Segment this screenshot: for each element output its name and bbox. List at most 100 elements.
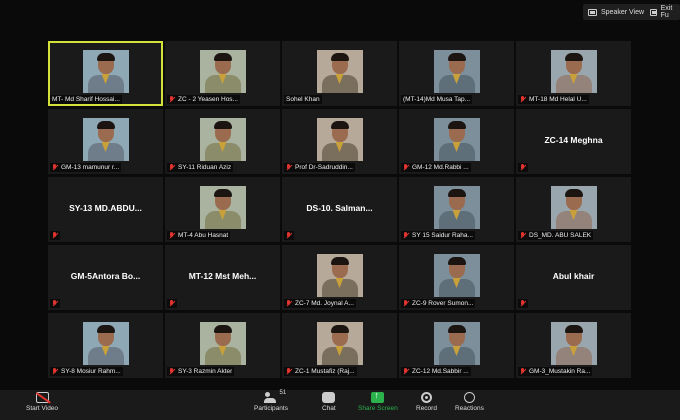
- participant-display-name: GM-5Antora Bo...: [70, 271, 141, 281]
- speaker-view-button[interactable]: Speaker View: [583, 4, 650, 20]
- participant-tile[interactable]: SY 15 Saidur Raha...: [399, 177, 514, 242]
- participant-video: [316, 118, 363, 161]
- participant-label: ZC-9 Rover Sumon...: [401, 299, 476, 308]
- participant-tile[interactable]: Prof Dr-Sadruddin...: [282, 109, 397, 174]
- participant-name: Prof Dr-Sadruddin...: [295, 164, 353, 171]
- start-video-button[interactable]: Start Video: [26, 392, 58, 412]
- participant-tile[interactable]: GM-12 Md.Rabbi ...: [399, 109, 514, 174]
- participant-name: ZC-7 Md. Joynal A...: [295, 300, 354, 307]
- participants-button[interactable]: 51 Participants: [254, 390, 288, 412]
- participant-display-name: ZC-14 Meghna: [544, 135, 603, 145]
- participant-name: GM-12 Md.Rabbi ...: [412, 164, 469, 171]
- reactions-button[interactable]: Reactions: [455, 392, 484, 412]
- participant-name: GM-13 mamunur r...: [61, 164, 120, 171]
- participant-video: [433, 50, 480, 93]
- participant-tile[interactable]: SY-11 Riduan Aziz: [165, 109, 280, 174]
- speaker-view-label: Speaker View: [601, 8, 645, 16]
- participant-label: GM-12 Md.Rabbi ...: [401, 163, 471, 172]
- participant-label: ZC - 2 Yeasen Hos...: [167, 95, 240, 104]
- participant-video: [82, 118, 129, 161]
- participant-label: [518, 163, 528, 172]
- participant-tile[interactable]: SY-13 MD.ABDU...: [48, 177, 163, 242]
- participant-name: SY-11 Riduan Aziz: [178, 164, 232, 171]
- participant-video: [550, 50, 597, 93]
- participant-label: SY 15 Saidur Raha...: [401, 231, 475, 240]
- participant-tile[interactable]: SY-3 Razmin Akter: [165, 313, 280, 378]
- participant-tile[interactable]: ZC-1 Mustafiz (Raj...: [282, 313, 397, 378]
- participant-label: GM-13 mamunur r...: [50, 163, 122, 172]
- participant-video: [82, 322, 129, 365]
- participant-label: Sohel Khan: [284, 95, 322, 104]
- participants-count: 51: [279, 390, 287, 396]
- participants-icon: 51: [264, 390, 286, 403]
- mic-muted-icon: [169, 164, 175, 171]
- participant-video: [316, 322, 363, 365]
- mic-muted-icon: [403, 232, 409, 239]
- mic-muted-icon: [169, 300, 175, 307]
- participant-tile[interactable]: ZC - 2 Yeasen Hos...: [165, 41, 280, 106]
- participant-label: SY-3 Razmin Akter: [167, 367, 235, 376]
- participant-tile[interactable]: MT-4 Abu Hasnat: [165, 177, 280, 242]
- participant-tile[interactable]: DS_MD. ABU SALEK: [516, 177, 631, 242]
- record-button[interactable]: Record: [416, 392, 437, 412]
- mic-muted-icon: [169, 96, 175, 103]
- participant-tile[interactable]: ZC-12 Md.Sabbir ...: [399, 313, 514, 378]
- participant-tile[interactable]: GM-5Antora Bo...: [48, 245, 163, 310]
- participant-label: DS_MD. ABU SALEK: [518, 231, 594, 240]
- participant-tile[interactable]: ZC-7 Md. Joynal A...: [282, 245, 397, 310]
- participant-video: [433, 186, 480, 229]
- participant-video: [199, 118, 246, 161]
- mic-muted-icon: [286, 164, 292, 171]
- exit-fullscreen-button[interactable]: Exit Fu: [645, 4, 680, 20]
- participant-video: [550, 186, 597, 229]
- participant-tile[interactable]: GM-13 mamunur r...: [48, 109, 163, 174]
- participant-video: [433, 322, 480, 365]
- chat-label: Chat: [322, 405, 336, 412]
- participant-grid: MT- Md Sharif Hossai... ZC - 2 Yeasen Hos…: [48, 41, 632, 378]
- participant-label: [50, 231, 60, 240]
- share-screen-label: Share Screen: [358, 405, 398, 412]
- participant-tile[interactable]: ZC-14 Meghna: [516, 109, 631, 174]
- participant-label: [284, 231, 294, 240]
- participant-video: [316, 254, 363, 297]
- participant-label: ZC-1 Mustafiz (Raj...: [284, 367, 357, 376]
- participant-tile[interactable]: MT- Md Sharif Hossai...: [48, 41, 163, 106]
- participant-label: MT-18 Md Helal U...: [518, 95, 589, 104]
- participant-tile[interactable]: MT-12 Mst Meh...: [165, 245, 280, 310]
- participant-label: SY-11 Riduan Aziz: [167, 163, 234, 172]
- participant-name: SY 15 Saidur Raha...: [412, 232, 473, 239]
- participant-label: MT-4 Abu Hasnat: [167, 231, 231, 240]
- participant-label: [50, 299, 60, 308]
- mic-muted-icon: [403, 368, 409, 375]
- chat-button[interactable]: Chat: [322, 392, 336, 412]
- mic-muted-icon: [52, 368, 58, 375]
- participant-display-name: SY-13 MD.ABDU...: [69, 203, 142, 213]
- participant-video: [316, 50, 363, 93]
- participant-label: [167, 299, 177, 308]
- participant-tile[interactable]: DS-10. Salman...: [282, 177, 397, 242]
- participant-tile[interactable]: ZC-9 Rover Sumon...: [399, 245, 514, 310]
- participant-video: [550, 322, 597, 365]
- record-label: Record: [416, 405, 437, 412]
- participant-display-name: MT-12 Mst Meh...: [188, 271, 257, 281]
- participant-label: ZC-12 Md.Sabbir ...: [401, 367, 471, 376]
- participant-tile[interactable]: Sohel Khan: [282, 41, 397, 106]
- participant-tile[interactable]: MT-18 Md Helal U...: [516, 41, 631, 106]
- participant-video: [433, 254, 480, 297]
- participant-name: GM-3_Mustakin Ra...: [529, 368, 591, 375]
- mic-muted-icon: [520, 368, 526, 375]
- participant-label: MT- Md Sharif Hossai...: [50, 95, 122, 104]
- participant-name: MT- Md Sharif Hossai...: [52, 96, 120, 103]
- participant-tile[interactable]: (MT-14)Md Musa Tap...: [399, 41, 514, 106]
- participant-tile[interactable]: GM-3_Mustakin Ra...: [516, 313, 631, 378]
- video-off-icon: [35, 392, 49, 403]
- participant-label: ZC-7 Md. Joynal A...: [284, 299, 356, 308]
- mic-muted-icon: [286, 232, 292, 239]
- share-screen-button[interactable]: Share Screen: [358, 390, 398, 412]
- participant-name: ZC-9 Rover Sumon...: [412, 300, 474, 307]
- participant-tile[interactable]: SY-8 Mosiur Rahm...: [48, 313, 163, 378]
- participant-tile[interactable]: Abul khair: [516, 245, 631, 310]
- mic-muted-icon: [169, 232, 175, 239]
- exit-fullscreen-label: Exit Fu: [660, 5, 673, 19]
- start-video-label: Start Video: [26, 405, 59, 412]
